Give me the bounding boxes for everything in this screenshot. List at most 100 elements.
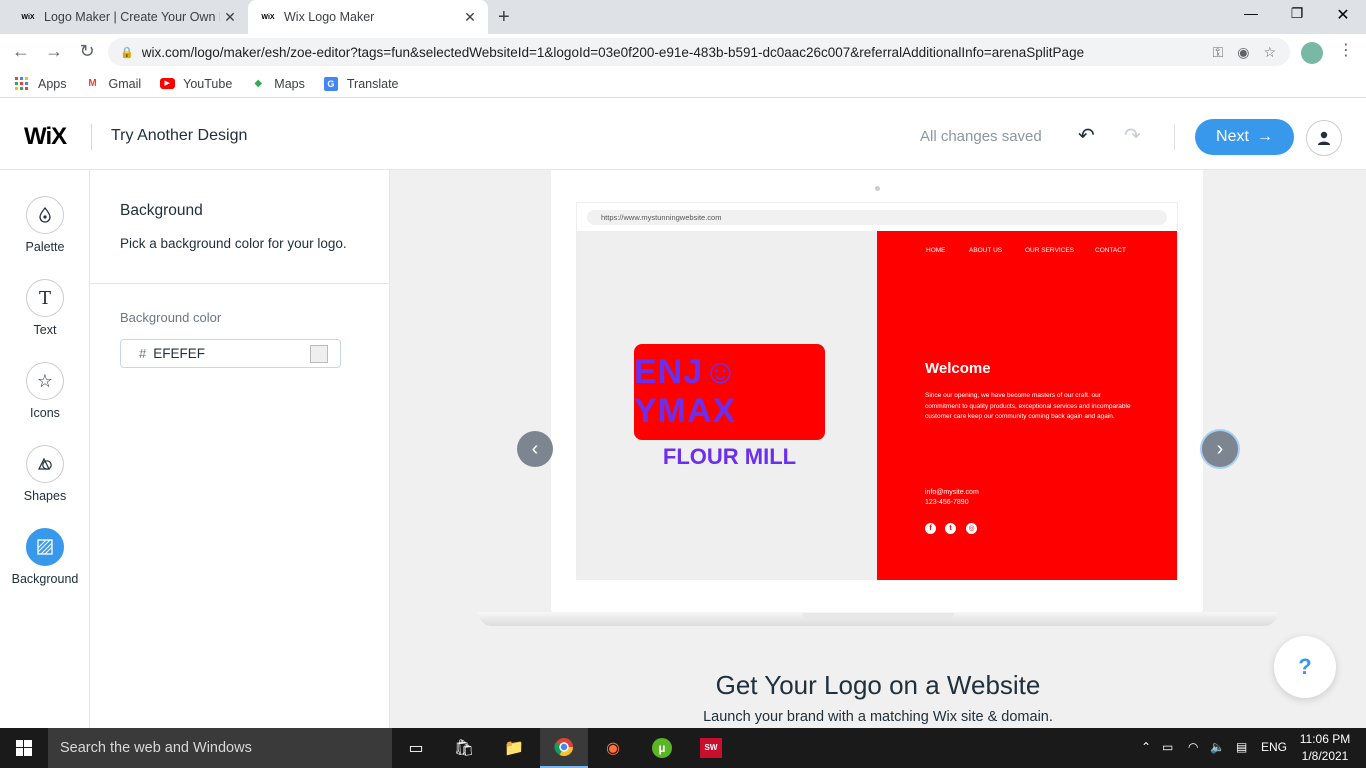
bookmark-label: Gmail xyxy=(108,76,142,91)
mock-nav-services: OUR SERVICES xyxy=(1025,247,1075,254)
windows-logo-icon xyxy=(16,740,32,756)
cta-title: Get Your Logo on a Website xyxy=(715,670,1041,700)
sidebar-item-text[interactable]: T Text xyxy=(0,279,90,337)
gmail-icon: M xyxy=(88,78,97,89)
start-button[interactable] xyxy=(0,728,48,768)
restore-icon[interactable]: ❐ xyxy=(1274,5,1320,22)
previous-design-button[interactable]: ‹ xyxy=(517,431,553,467)
tray-chevron-up-icon[interactable]: ⌃ xyxy=(1141,740,1151,754)
minimize-icon[interactable]: — xyxy=(1228,5,1274,21)
header-divider xyxy=(1174,124,1175,150)
lock-icon: 🔒 xyxy=(120,46,134,59)
sidebar-item-label: Background xyxy=(11,572,79,586)
redo-icon[interactable]: ↷ xyxy=(1124,123,1141,148)
try-another-design-link[interactable]: Try Another Design xyxy=(111,127,247,145)
forward-arrow-icon[interactable]: → xyxy=(43,41,65,62)
sidebar-item-icons[interactable]: ☆ Icons xyxy=(0,362,90,420)
maps-icon: ◆ xyxy=(254,78,263,89)
tab-title: Wix Logo Maker xyxy=(284,10,375,24)
user-account-button[interactable] xyxy=(1306,120,1342,156)
bookmark-apps[interactable]: Apps xyxy=(14,76,67,92)
question-icon: ? xyxy=(1298,654,1312,679)
wifi-icon[interactable]: ◠ xyxy=(1188,740,1198,754)
bookmark-youtube[interactable]: ▶ YouTube xyxy=(159,76,232,92)
firefox-icon[interactable]: ◉ xyxy=(589,728,637,768)
profile-avatar[interactable] xyxy=(1301,42,1323,64)
system-clock[interactable]: 11:06 PM 1/8/2021 xyxy=(1290,731,1360,765)
bookmark-label: Translate xyxy=(346,76,399,91)
mock-website-screen: https://www.mystunningwebsite.com ENJ☺YM… xyxy=(576,202,1178,580)
browser-tab-strip: WiX Logo Maker | Create Your Own Fr ✕ Wi… xyxy=(0,0,1366,34)
hash-prefix: # xyxy=(139,346,147,361)
background-panel: Background Pick a background color for y… xyxy=(90,170,390,728)
laptop-mockup: https://www.mystunningwebsite.com ENJ☺YM… xyxy=(551,170,1203,614)
action-center-icon[interactable]: ▤ xyxy=(1236,740,1247,754)
next-button[interactable]: Next → xyxy=(1195,119,1294,155)
mock-welcome-heading: Welcome xyxy=(925,360,991,377)
bookmark-maps[interactable]: ◆ Maps xyxy=(250,76,304,92)
sidebar-item-label: Palette xyxy=(25,240,65,254)
editor-header: WiX Try Another Design All changes saved… xyxy=(0,103,1366,170)
help-button[interactable]: ? xyxy=(1274,636,1336,698)
battery-icon[interactable]: ▭ xyxy=(1162,740,1173,754)
mock-nav-home: HOME xyxy=(926,247,946,254)
next-label: Next xyxy=(1216,128,1249,145)
laptop-camera xyxy=(875,186,880,191)
utorrent-icon[interactable]: µ xyxy=(638,728,686,768)
browser-tab-logo-maker[interactable]: WiX Logo Maker | Create Your Own Fr ✕ xyxy=(8,0,248,34)
back-arrow-icon[interactable]: ← xyxy=(10,41,32,62)
shapes-icon xyxy=(26,445,64,483)
sidebar-item-shapes[interactable]: Shapes xyxy=(0,445,90,503)
language-indicator[interactable]: ENG xyxy=(1261,740,1287,754)
sidebar-item-label: Text xyxy=(33,323,57,337)
undo-icon[interactable]: ↶ xyxy=(1078,123,1095,148)
mock-welcome-body: Since our opening, we have become master… xyxy=(925,392,1131,420)
wix-favicon-icon: WiX xyxy=(21,13,35,21)
mock-phone: 123-456-7890 xyxy=(925,499,969,506)
chrome-taskbar-icon[interactable] xyxy=(540,728,588,768)
sidebar-item-palette[interactable]: Palette xyxy=(0,196,90,254)
logo-card[interactable]: ENJ☺YMAX xyxy=(634,344,825,440)
url-bar[interactable]: 🔒 wix.com/logo/maker/esh/zoe-editor?tags… xyxy=(108,38,1290,66)
palette-drop-icon xyxy=(26,196,64,234)
editor-sidebar: Palette T Text ☆ Icons Shapes Background xyxy=(0,170,90,728)
chrome-menu-icon[interactable]: ⋮ xyxy=(1338,40,1354,60)
file-explorer-icon[interactable]: 📁 xyxy=(490,728,538,768)
chevron-right-icon: › xyxy=(1216,437,1224,460)
taskbar-search[interactable]: Search the web and Windows xyxy=(48,728,392,768)
bookmark-label: Apps xyxy=(38,76,67,91)
sidebar-item-background[interactable]: Background xyxy=(0,528,90,586)
windows-taskbar: Search the web and Windows ▭ 🛍 📁 ◉ µ SW … xyxy=(0,728,1366,768)
solidworks-icon[interactable]: SW xyxy=(687,728,735,768)
hex-value[interactable]: EFEFEF xyxy=(153,346,205,361)
bookmark-star-icon[interactable]: ☆ xyxy=(1263,44,1276,61)
color-swatch[interactable] xyxy=(310,345,328,363)
store-icon[interactable]: 🛍 xyxy=(440,728,488,768)
close-tab-icon[interactable]: ✕ xyxy=(220,9,240,26)
volume-icon[interactable]: 🔈 xyxy=(1210,740,1225,754)
panel-title: Background xyxy=(120,202,203,219)
laptop-notch xyxy=(802,613,954,619)
next-design-button[interactable]: › xyxy=(1202,431,1238,467)
star-icon: ☆ xyxy=(26,362,64,400)
chevron-left-icon: ‹ xyxy=(531,437,539,460)
task-view-icon[interactable]: ▭ xyxy=(392,728,440,768)
mock-email: info@mysite.com xyxy=(925,489,979,496)
bookmark-translate[interactable]: G Translate xyxy=(323,76,399,92)
clock-time: 11:06 PM xyxy=(1299,732,1351,746)
background-color-input[interactable]: # EFEFEF xyxy=(120,339,341,368)
close-window-icon[interactable]: ✕ xyxy=(1320,5,1366,25)
browser-tab-wix-logo-maker[interactable]: WiX Wix Logo Maker ✕ xyxy=(248,0,488,34)
url-text[interactable]: wix.com/logo/maker/esh/zoe-editor?tags=f… xyxy=(142,45,1213,60)
bookmark-gmail[interactable]: M Gmail xyxy=(85,76,142,92)
bookmark-label: YouTube xyxy=(183,76,233,91)
panel-description: Pick a background color for your logo. xyxy=(120,236,347,251)
wix-logo[interactable]: WiX xyxy=(24,123,67,151)
reload-icon[interactable]: ↻ xyxy=(76,41,98,62)
eye-slash-icon[interactable]: ◉ xyxy=(1237,44,1249,61)
close-tab-icon[interactable]: ✕ xyxy=(460,9,480,26)
apps-grid-icon xyxy=(14,76,30,92)
new-tab-plus-icon[interactable]: + xyxy=(498,6,510,29)
key-icon[interactable]: ⚿ xyxy=(1213,44,1224,61)
background-color-label: Background color xyxy=(120,310,222,325)
